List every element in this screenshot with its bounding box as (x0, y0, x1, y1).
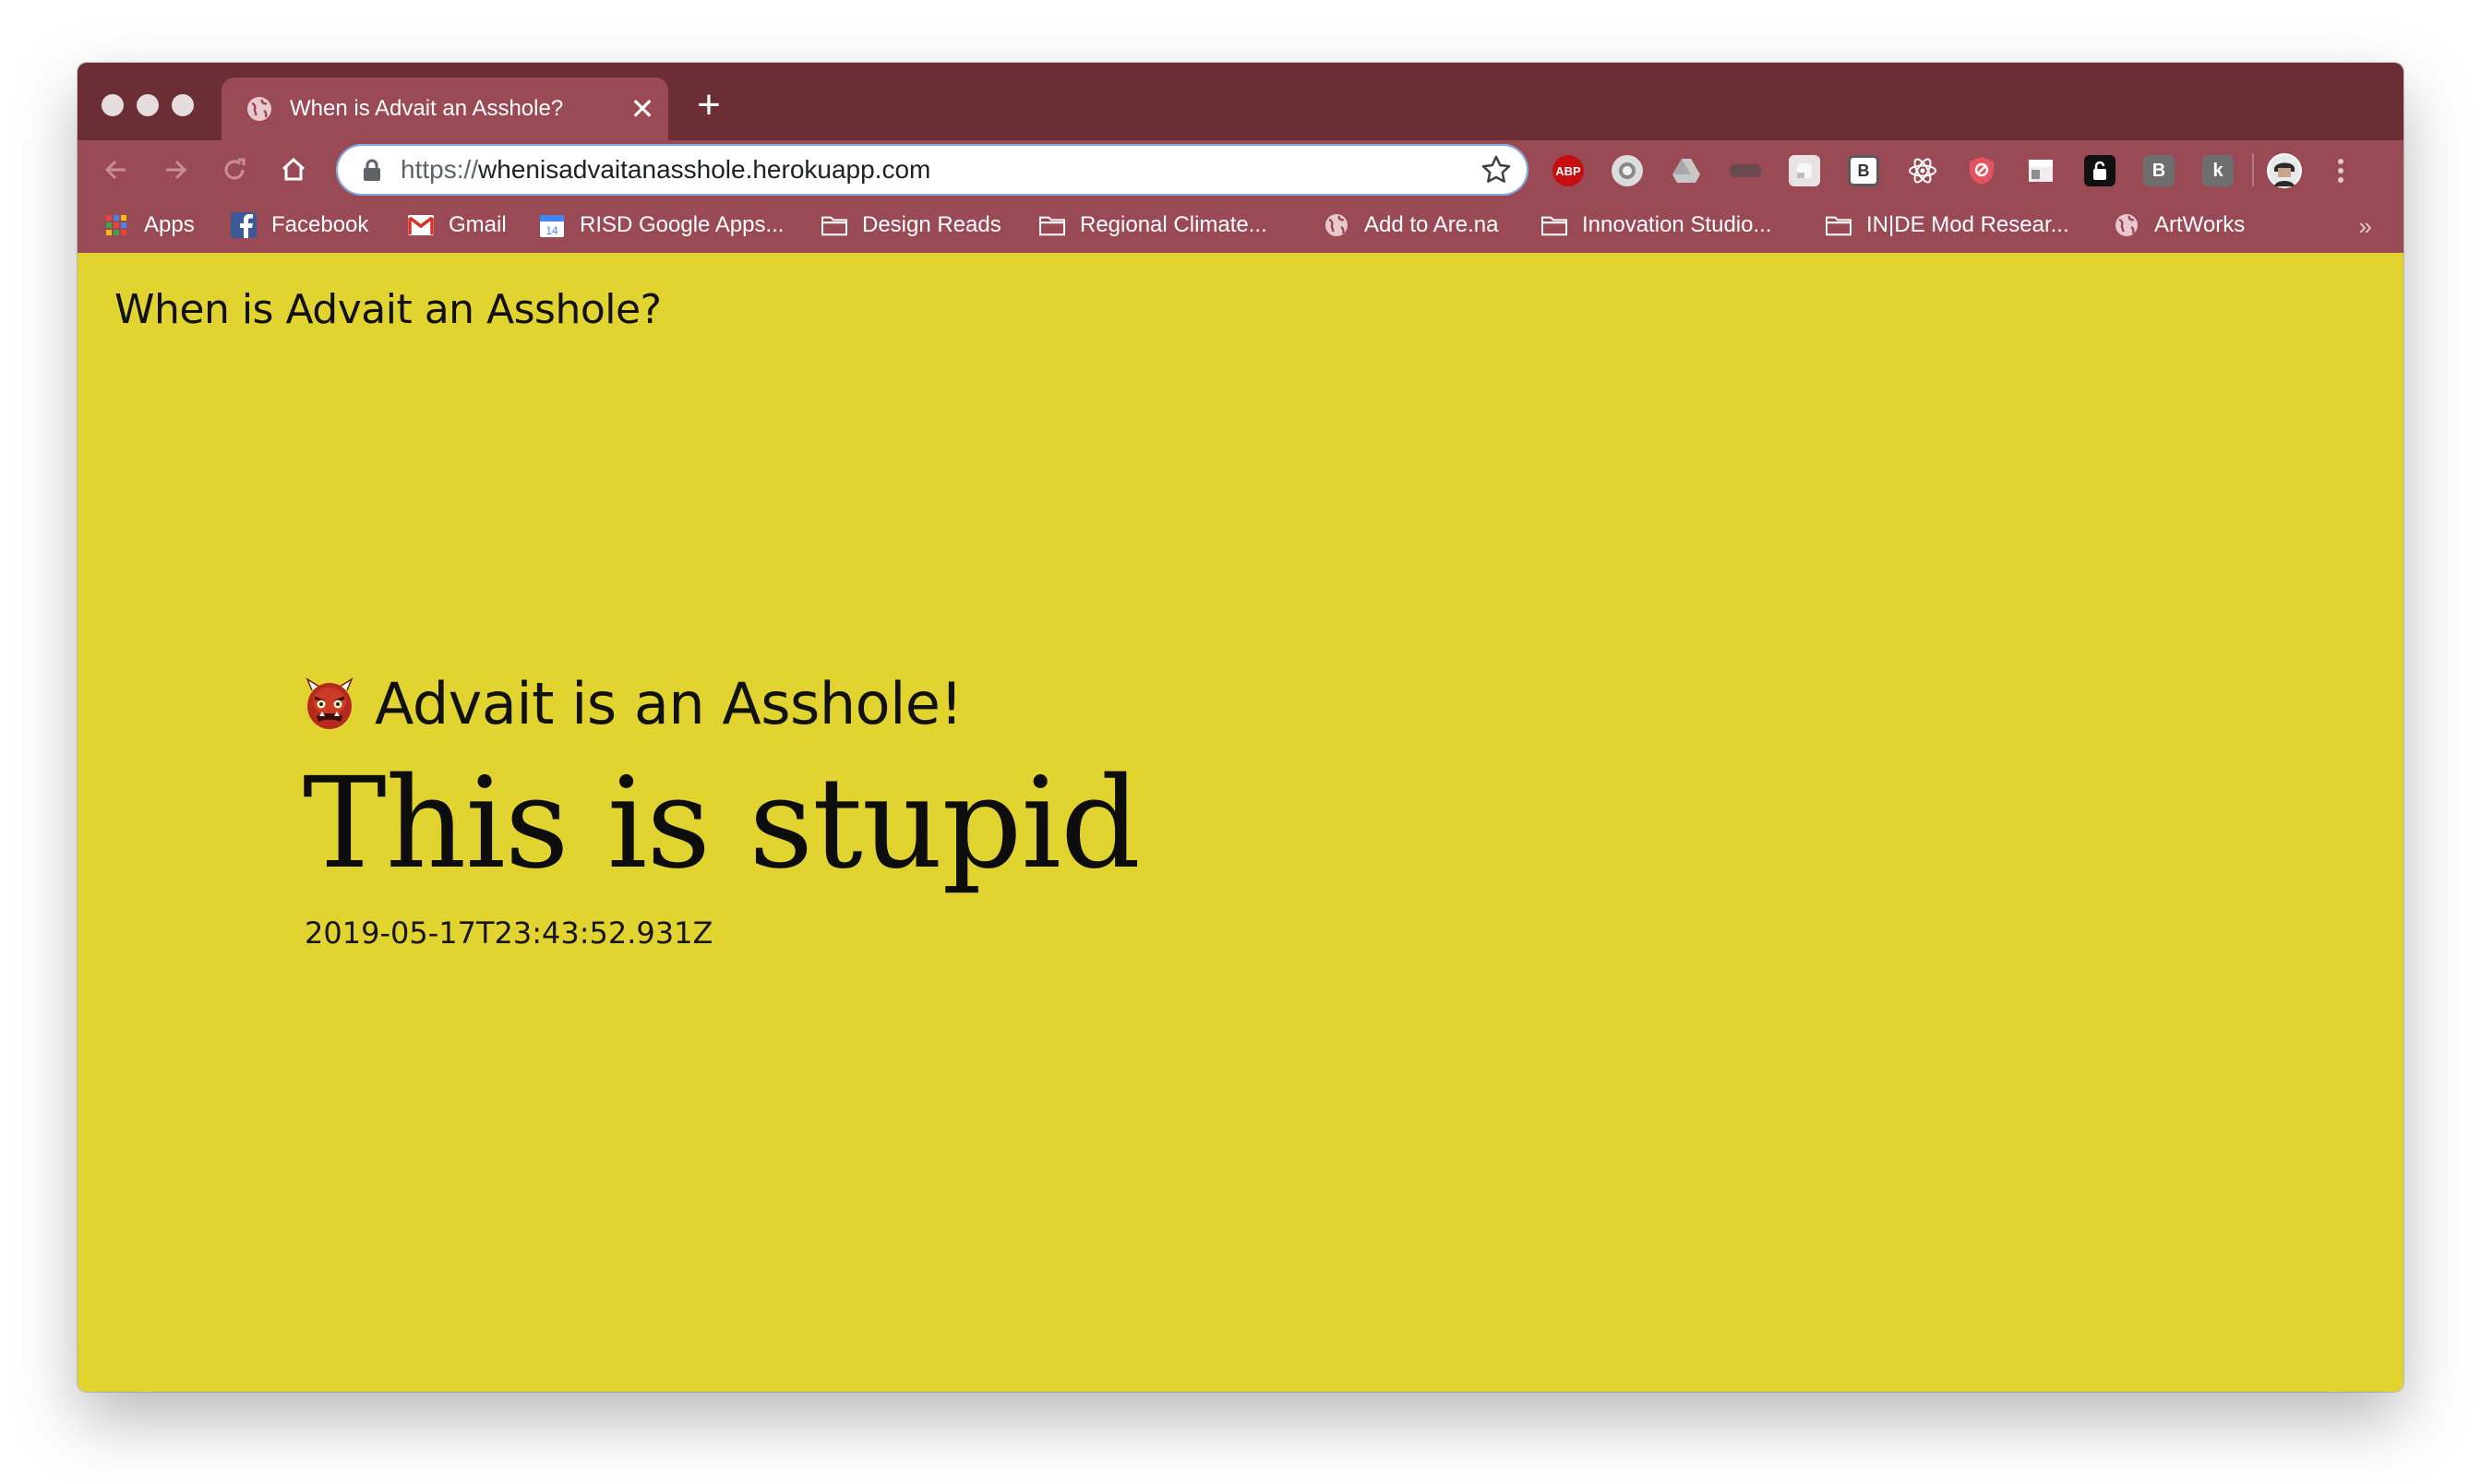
google-drive-icon[interactable] (1671, 155, 1702, 186)
extension-layout-icon[interactable] (2025, 155, 2056, 186)
lock-extension-icon[interactable] (2084, 155, 2115, 186)
bookmark-regional-climate[interactable]: Regional Climate... (1039, 212, 1267, 238)
bookmark-apps[interactable]: Apps (103, 212, 195, 238)
status-row: Advait is an Asshole! (305, 670, 963, 737)
back-button[interactable] (98, 151, 135, 188)
message-text: This is stupid (303, 751, 1141, 897)
bookmark-inde-mod-research[interactable]: IN|DE Mod Resear... (1826, 212, 2069, 238)
folder-icon (821, 212, 847, 238)
reload-icon (224, 158, 246, 180)
bookmark-label: Add to Are.na (1364, 212, 1499, 237)
profile-avatar[interactable] (2267, 153, 2302, 188)
bookmark-label: IN|DE Mod Resear... (1866, 212, 2069, 237)
tab-active[interactable]: When is Advait an Asshole? ✕ (222, 78, 668, 140)
apps-grid-icon (103, 212, 129, 238)
bookmark-gmail[interactable]: Gmail (408, 212, 507, 238)
ogre-icon (306, 676, 354, 729)
arrow-right-icon (166, 160, 187, 180)
adblock-plus-icon[interactable]: ABP (1552, 155, 1584, 186)
extension-notes-icon[interactable] (1789, 155, 1820, 186)
home-button[interactable] (275, 151, 312, 188)
home-icon (282, 157, 306, 181)
arrow-left-icon (104, 160, 126, 180)
window-controls (102, 94, 194, 116)
browser-window: When is Advait an Asshole? ✕ + https://w… (78, 63, 2403, 1392)
bookmarks-overflow-button[interactable]: » (2359, 212, 2372, 241)
address-bar[interactable]: https://whenisadvaitanasshole.herokuapp.… (336, 144, 1528, 196)
status-text: Advait is an Asshole! (375, 670, 963, 737)
bookmark-add-to-arena[interactable]: Add to Are.na (1324, 212, 1498, 238)
bookmarks-bar: Apps Facebook Gmail 14 RISD Google Apps.… (78, 199, 2403, 253)
calendar-icon: 14 (539, 212, 565, 238)
folder-icon (1541, 212, 1567, 238)
tab-close-icon[interactable]: ✕ (624, 94, 661, 124)
bookmark-label: Gmail (449, 212, 507, 237)
browser-menu-icon[interactable] (2331, 155, 2350, 186)
timestamp: 2019-05-17T23:43:52.931Z (305, 916, 713, 951)
globe-icon (1324, 212, 1349, 238)
site-title: When is Advait an Asshole? (114, 286, 662, 333)
gmail-icon (408, 212, 434, 238)
shield-extension-icon[interactable] (1966, 155, 1997, 186)
bookmark-label: RISD Google Apps... (580, 212, 785, 237)
extension-circle-icon[interactable] (1612, 155, 1643, 186)
bookmark-star-icon[interactable] (1480, 154, 1512, 186)
bookmark-label: Innovation Studio... (1582, 212, 1772, 237)
bookmark-label: Apps (144, 212, 195, 237)
facebook-icon (231, 212, 257, 238)
folder-icon (1039, 212, 1065, 238)
extension-dark-icon[interactable] (1730, 164, 1761, 177)
bookmark-facebook[interactable]: Facebook (231, 212, 368, 238)
address-url: https://whenisadvaitanasshole.herokuapp.… (401, 155, 931, 184)
bookmark-design-reads[interactable]: Design Reads (821, 212, 1001, 238)
forward-button[interactable] (157, 151, 194, 188)
globe-icon (2114, 212, 2139, 238)
close-window-button[interactable] (102, 94, 124, 116)
bookmark-risd-google-apps[interactable]: 14 RISD Google Apps... (539, 212, 784, 238)
extension-k-icon[interactable]: k (2202, 155, 2234, 186)
globe-icon (247, 97, 271, 121)
toolbar-separator (2252, 153, 2254, 186)
bookmark-label: Regional Climate... (1080, 212, 1267, 237)
bookmark-innovation-studio[interactable]: Innovation Studio... (1541, 212, 1771, 238)
bookmark-label: Facebook (271, 212, 369, 237)
browser-toolbar: https://whenisadvaitanasshole.herokuapp.… (78, 140, 2403, 199)
page-content: When is Advait an Asshole? Advait is an … (78, 253, 2403, 1392)
reload-button[interactable] (216, 151, 253, 188)
react-devtools-icon[interactable] (1907, 155, 1938, 186)
bookmark-label: ArtWorks (2154, 212, 2246, 237)
svg-text:14: 14 (545, 224, 558, 237)
folder-icon (1826, 212, 1852, 238)
bookmark-label: Design Reads (862, 212, 1001, 237)
tab-title: When is Advait an Asshole? (290, 96, 564, 121)
lock-icon (364, 159, 380, 181)
new-tab-button[interactable]: + (690, 85, 727, 126)
minimize-window-button[interactable] (137, 94, 159, 116)
maximize-window-button[interactable] (172, 94, 194, 116)
extension-b-icon[interactable]: B (2143, 155, 2175, 186)
bookmark-artworks[interactable]: ArtWorks (2114, 212, 2245, 238)
title-bar: When is Advait an Asshole? ✕ + (78, 63, 2403, 140)
extension-b-box-icon[interactable]: B (1848, 155, 1879, 186)
